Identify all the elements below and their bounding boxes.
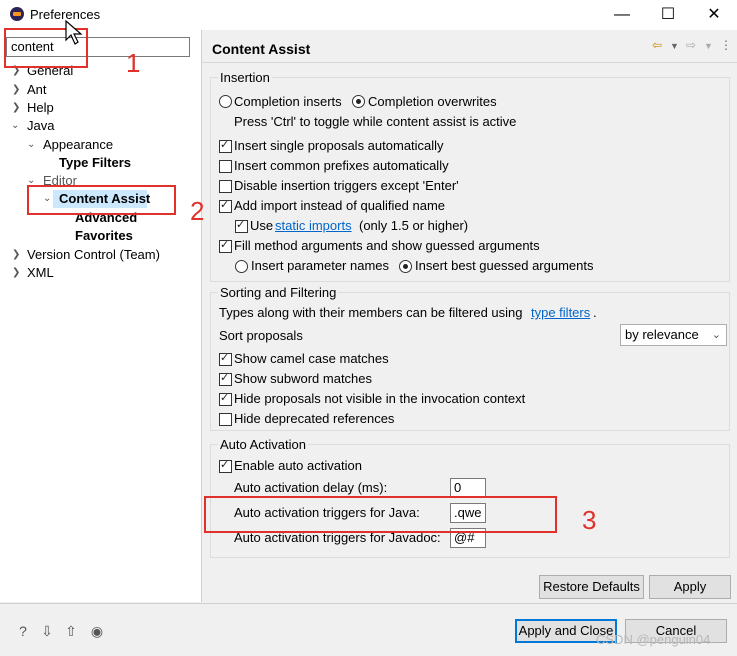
- chevron-down-icon[interactable]: ⌄: [11, 120, 19, 131]
- chevron-right-icon[interactable]: ❯: [12, 267, 20, 278]
- insert-best-label: Insert best guessed arguments: [415, 258, 594, 273]
- insert-common-checkbox[interactable]: [219, 160, 232, 173]
- enable-auto-activation-checkbox[interactable]: [219, 458, 232, 473]
- disable-triggers-label: Disable insertion triggers except 'Enter…: [234, 178, 459, 193]
- use-static-imports-checkbox[interactable]: [235, 218, 248, 233]
- tree-item-favorites[interactable]: Favorites: [75, 228, 133, 243]
- sort-proposals-select[interactable]: by relevance ⌄: [620, 324, 727, 346]
- sort-proposals-value: by relevance: [625, 327, 699, 342]
- back-arrow-icon[interactable]: ⇦: [652, 38, 662, 52]
- sort-proposals-label: Sort proposals: [219, 328, 303, 343]
- tree-item-xml[interactable]: XML: [27, 265, 54, 280]
- restore-defaults-button[interactable]: Restore Defaults: [539, 575, 644, 599]
- apply-button[interactable]: Apply: [649, 575, 731, 599]
- hide-not-visible-label: Hide proposals not visible in the invoca…: [234, 391, 526, 406]
- mouse-cursor-icon: [65, 20, 83, 45]
- insert-best-radio[interactable]: [399, 260, 412, 273]
- chevron-right-icon[interactable]: ❯: [12, 84, 20, 95]
- completion-overwrites-radio[interactable]: [352, 95, 365, 108]
- fill-args-checkbox[interactable]: [219, 238, 232, 253]
- disable-triggers-checkbox[interactable]: [219, 180, 232, 193]
- maximize-button[interactable]: ☐: [645, 0, 691, 30]
- eclipse-icon: [10, 7, 24, 21]
- annotation-box-3: [204, 496, 557, 533]
- tree-item-appearance[interactable]: Appearance: [43, 137, 113, 152]
- static-imports-link[interactable]: static imports: [275, 218, 352, 233]
- tree-item-version-control[interactable]: Version Control (Team): [27, 247, 160, 262]
- completion-overwrites-label: Completion overwrites: [368, 94, 497, 109]
- tree-item-help[interactable]: Help: [27, 100, 54, 115]
- insert-param-radio[interactable]: [235, 260, 248, 273]
- chevron-down-icon: ⌄: [711, 329, 721, 341]
- enable-auto-activation-label: Enable auto activation: [234, 458, 362, 473]
- preference-tree-pane: [0, 30, 202, 602]
- type-filters-link[interactable]: type filters: [531, 305, 590, 320]
- chevron-right-icon[interactable]: ❯: [12, 249, 20, 260]
- minimize-button[interactable]: —: [599, 0, 645, 30]
- close-button[interactable]: ✕: [691, 0, 737, 30]
- tree-item-type-filters[interactable]: Type Filters: [59, 155, 131, 170]
- sorting-group-title: Sorting and Filtering: [218, 285, 339, 300]
- add-import-label: Add import instead of qualified name: [234, 198, 446, 213]
- fill-args-label: Fill method arguments and show guessed a…: [234, 238, 540, 253]
- chevron-down-icon[interactable]: ⌄: [27, 139, 35, 150]
- insert-single-checkbox[interactable]: [219, 138, 232, 153]
- export-icon[interactable]: ⇧: [62, 622, 80, 640]
- insert-param-label: Insert parameter names: [251, 258, 390, 273]
- only-15-label: (only 1.5 or higher): [359, 218, 469, 233]
- import-icon[interactable]: ⇩: [38, 622, 56, 640]
- watermark: CSDN @penguin04: [596, 632, 711, 647]
- delay-input[interactable]: 0: [450, 478, 486, 498]
- chevron-right-icon[interactable]: ❯: [12, 102, 20, 113]
- insert-single-label: Insert single proposals automatically: [234, 138, 444, 153]
- forward-dropdown-icon[interactable]: ▼: [704, 41, 713, 51]
- hide-deprecated-label: Hide deprecated references: [234, 411, 395, 426]
- page-title: Content Assist: [212, 41, 311, 57]
- completion-inserts-label: Completion inserts: [234, 94, 342, 109]
- period: .: [593, 305, 597, 320]
- annotation-number-1: 1: [126, 48, 141, 78]
- header-separator: [202, 62, 737, 63]
- view-menu-icon[interactable]: ⋮: [720, 38, 732, 52]
- back-dropdown-icon[interactable]: ▼: [670, 41, 679, 51]
- help-icon[interactable]: ?: [14, 622, 32, 640]
- types-filter-text: Types along with their members can be fi…: [219, 305, 523, 320]
- tree-item-ant[interactable]: Ant: [27, 82, 47, 97]
- completion-inserts-radio[interactable]: [219, 95, 232, 108]
- delay-label: Auto activation delay (ms):: [234, 480, 388, 495]
- auto-activation-group-title: Auto Activation: [218, 437, 308, 452]
- use-label: Use: [250, 218, 274, 233]
- record-icon[interactable]: ◉: [88, 622, 106, 640]
- bottom-separator: [0, 603, 737, 604]
- hide-deprecated-checkbox[interactable]: [219, 413, 232, 426]
- toggle-hint: Press 'Ctrl' to toggle while content ass…: [234, 114, 517, 129]
- add-import-checkbox[interactable]: [219, 198, 232, 213]
- tree-item-java[interactable]: Java: [27, 118, 54, 133]
- hide-not-visible-checkbox[interactable]: [219, 391, 232, 406]
- insert-common-label: Insert common prefixes automatically: [234, 158, 449, 173]
- annotation-box-2: [27, 185, 176, 215]
- subword-label: Show subword matches: [234, 371, 373, 386]
- insertion-group-title: Insertion: [218, 70, 272, 85]
- camel-case-label: Show camel case matches: [234, 351, 389, 366]
- annotation-number-2: 2: [190, 196, 205, 226]
- annotation-number-3: 3: [582, 505, 597, 535]
- subword-checkbox[interactable]: [219, 371, 232, 386]
- forward-arrow-icon[interactable]: ⇨: [686, 38, 696, 52]
- camel-case-checkbox[interactable]: [219, 351, 232, 366]
